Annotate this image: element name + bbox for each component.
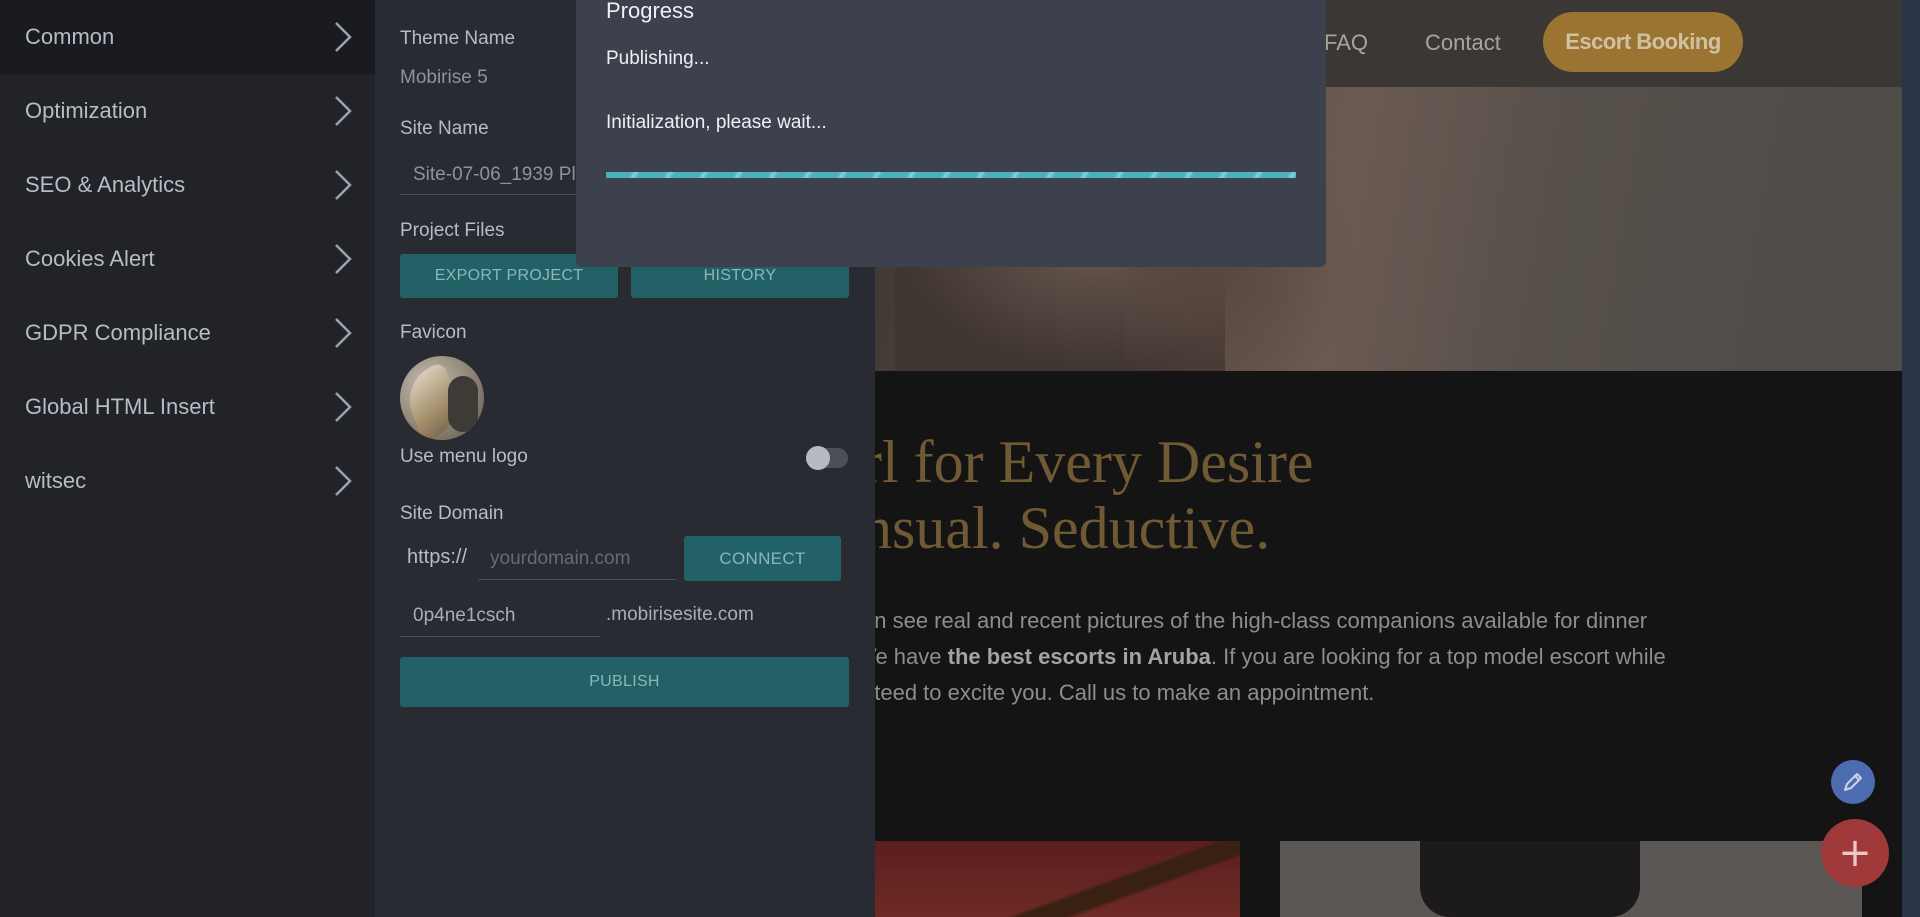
sidebar-item-cookies-alert[interactable]: Cookies Alert (0, 222, 375, 296)
sidebar-item-label: GDPR Compliance (25, 320, 211, 345)
sidebar-item-label: SEO & Analytics (25, 172, 186, 197)
site-domain-label: Site Domain (400, 503, 504, 524)
domain-protocol-prefix: https:// (407, 546, 468, 568)
subdomain-input[interactable]: 0p4ne1csch (400, 595, 600, 637)
publish-button[interactable]: PUBLISH (400, 657, 849, 707)
pencil-icon (1844, 773, 1862, 791)
hero-heading-line-2: nsual. Seductive. (862, 495, 1271, 561)
dialog-title: Progress (606, 0, 695, 23)
site-name-input[interactable]: Site-07-06_1939 Pl (400, 155, 600, 195)
theme-name-value: Mobirise 5 (400, 67, 488, 88)
gallery-card-1 (862, 841, 1240, 917)
right-edge-strip (1902, 0, 1920, 917)
sidebar-item-label: witsec (25, 468, 87, 493)
settings-sidebar: Common Optimization SEO & Analytics Cook… (0, 0, 375, 917)
sidebar-item-common[interactable]: Common (0, 0, 375, 74)
body-line-3: nteed to excite you. Call us to make an … (862, 680, 1375, 705)
gallery-card-2 (1280, 841, 1862, 917)
chevron-right-icon (335, 96, 352, 126)
connect-button[interactable]: CONNECT (684, 536, 841, 581)
nav-link-contact[interactable]: Contact (1425, 30, 1501, 56)
use-menu-logo-label: Use menu logo (400, 446, 528, 467)
chevron-right-icon (335, 244, 352, 274)
theme-name-label: Theme Name (400, 28, 516, 49)
sidebar-item-label: Common (25, 24, 115, 49)
progress-bar (606, 172, 1296, 178)
body-line-2: Ve have the best escorts in Aruba. If yo… (862, 644, 1666, 669)
chevron-right-icon (335, 392, 352, 422)
sidebar-item-global-html-insert[interactable]: Global HTML Insert (0, 370, 375, 444)
add-block-fab-button[interactable]: + (1821, 819, 1889, 887)
edit-fab-button[interactable] (1831, 760, 1875, 804)
hero-heading-line-1: rl for Every Desire (862, 429, 1314, 495)
favicon-image[interactable] (400, 356, 484, 440)
project-files-label: Project Files (400, 220, 505, 241)
chevron-right-icon (335, 318, 352, 348)
use-menu-logo-toggle[interactable] (806, 446, 848, 470)
sidebar-item-optimization[interactable]: Optimization (0, 74, 375, 148)
site-name-label: Site Name (400, 118, 489, 139)
hero-body-text: an see real and recent pictures of the h… (862, 603, 1882, 711)
chevron-right-icon (335, 170, 352, 200)
sidebar-item-label: Cookies Alert (25, 246, 155, 271)
progress-dialog: Progress Publishing... Initialization, p… (576, 0, 1326, 267)
favicon-label: Favicon (400, 322, 467, 343)
sidebar-item-seo-analytics[interactable]: SEO & Analytics (0, 148, 375, 222)
sidebar-item-gdpr-compliance[interactable]: GDPR Compliance (0, 296, 375, 370)
dialog-message: Initialization, please wait... (606, 112, 827, 133)
sidebar-item-label: Global HTML Insert (25, 394, 215, 419)
dialog-status: Publishing... (606, 48, 710, 69)
chevron-right-icon (335, 466, 352, 496)
body-line-1: an see real and recent pictures of the h… (862, 608, 1648, 633)
escort-booking-button[interactable]: Escort Booking (1543, 12, 1743, 72)
domain-input[interactable]: yourdomain.com (478, 538, 676, 580)
nav-link-faq[interactable]: FAQ (1324, 30, 1368, 56)
toggle-knob (806, 446, 830, 470)
sidebar-item-label: Optimization (25, 98, 148, 123)
sidebar-item-witsec[interactable]: witsec (0, 444, 375, 518)
subdomain-suffix: .mobirisesite.com (606, 604, 754, 625)
chevron-right-icon (335, 22, 352, 52)
body-bold-text: the best escorts in Aruba (947, 644, 1211, 669)
